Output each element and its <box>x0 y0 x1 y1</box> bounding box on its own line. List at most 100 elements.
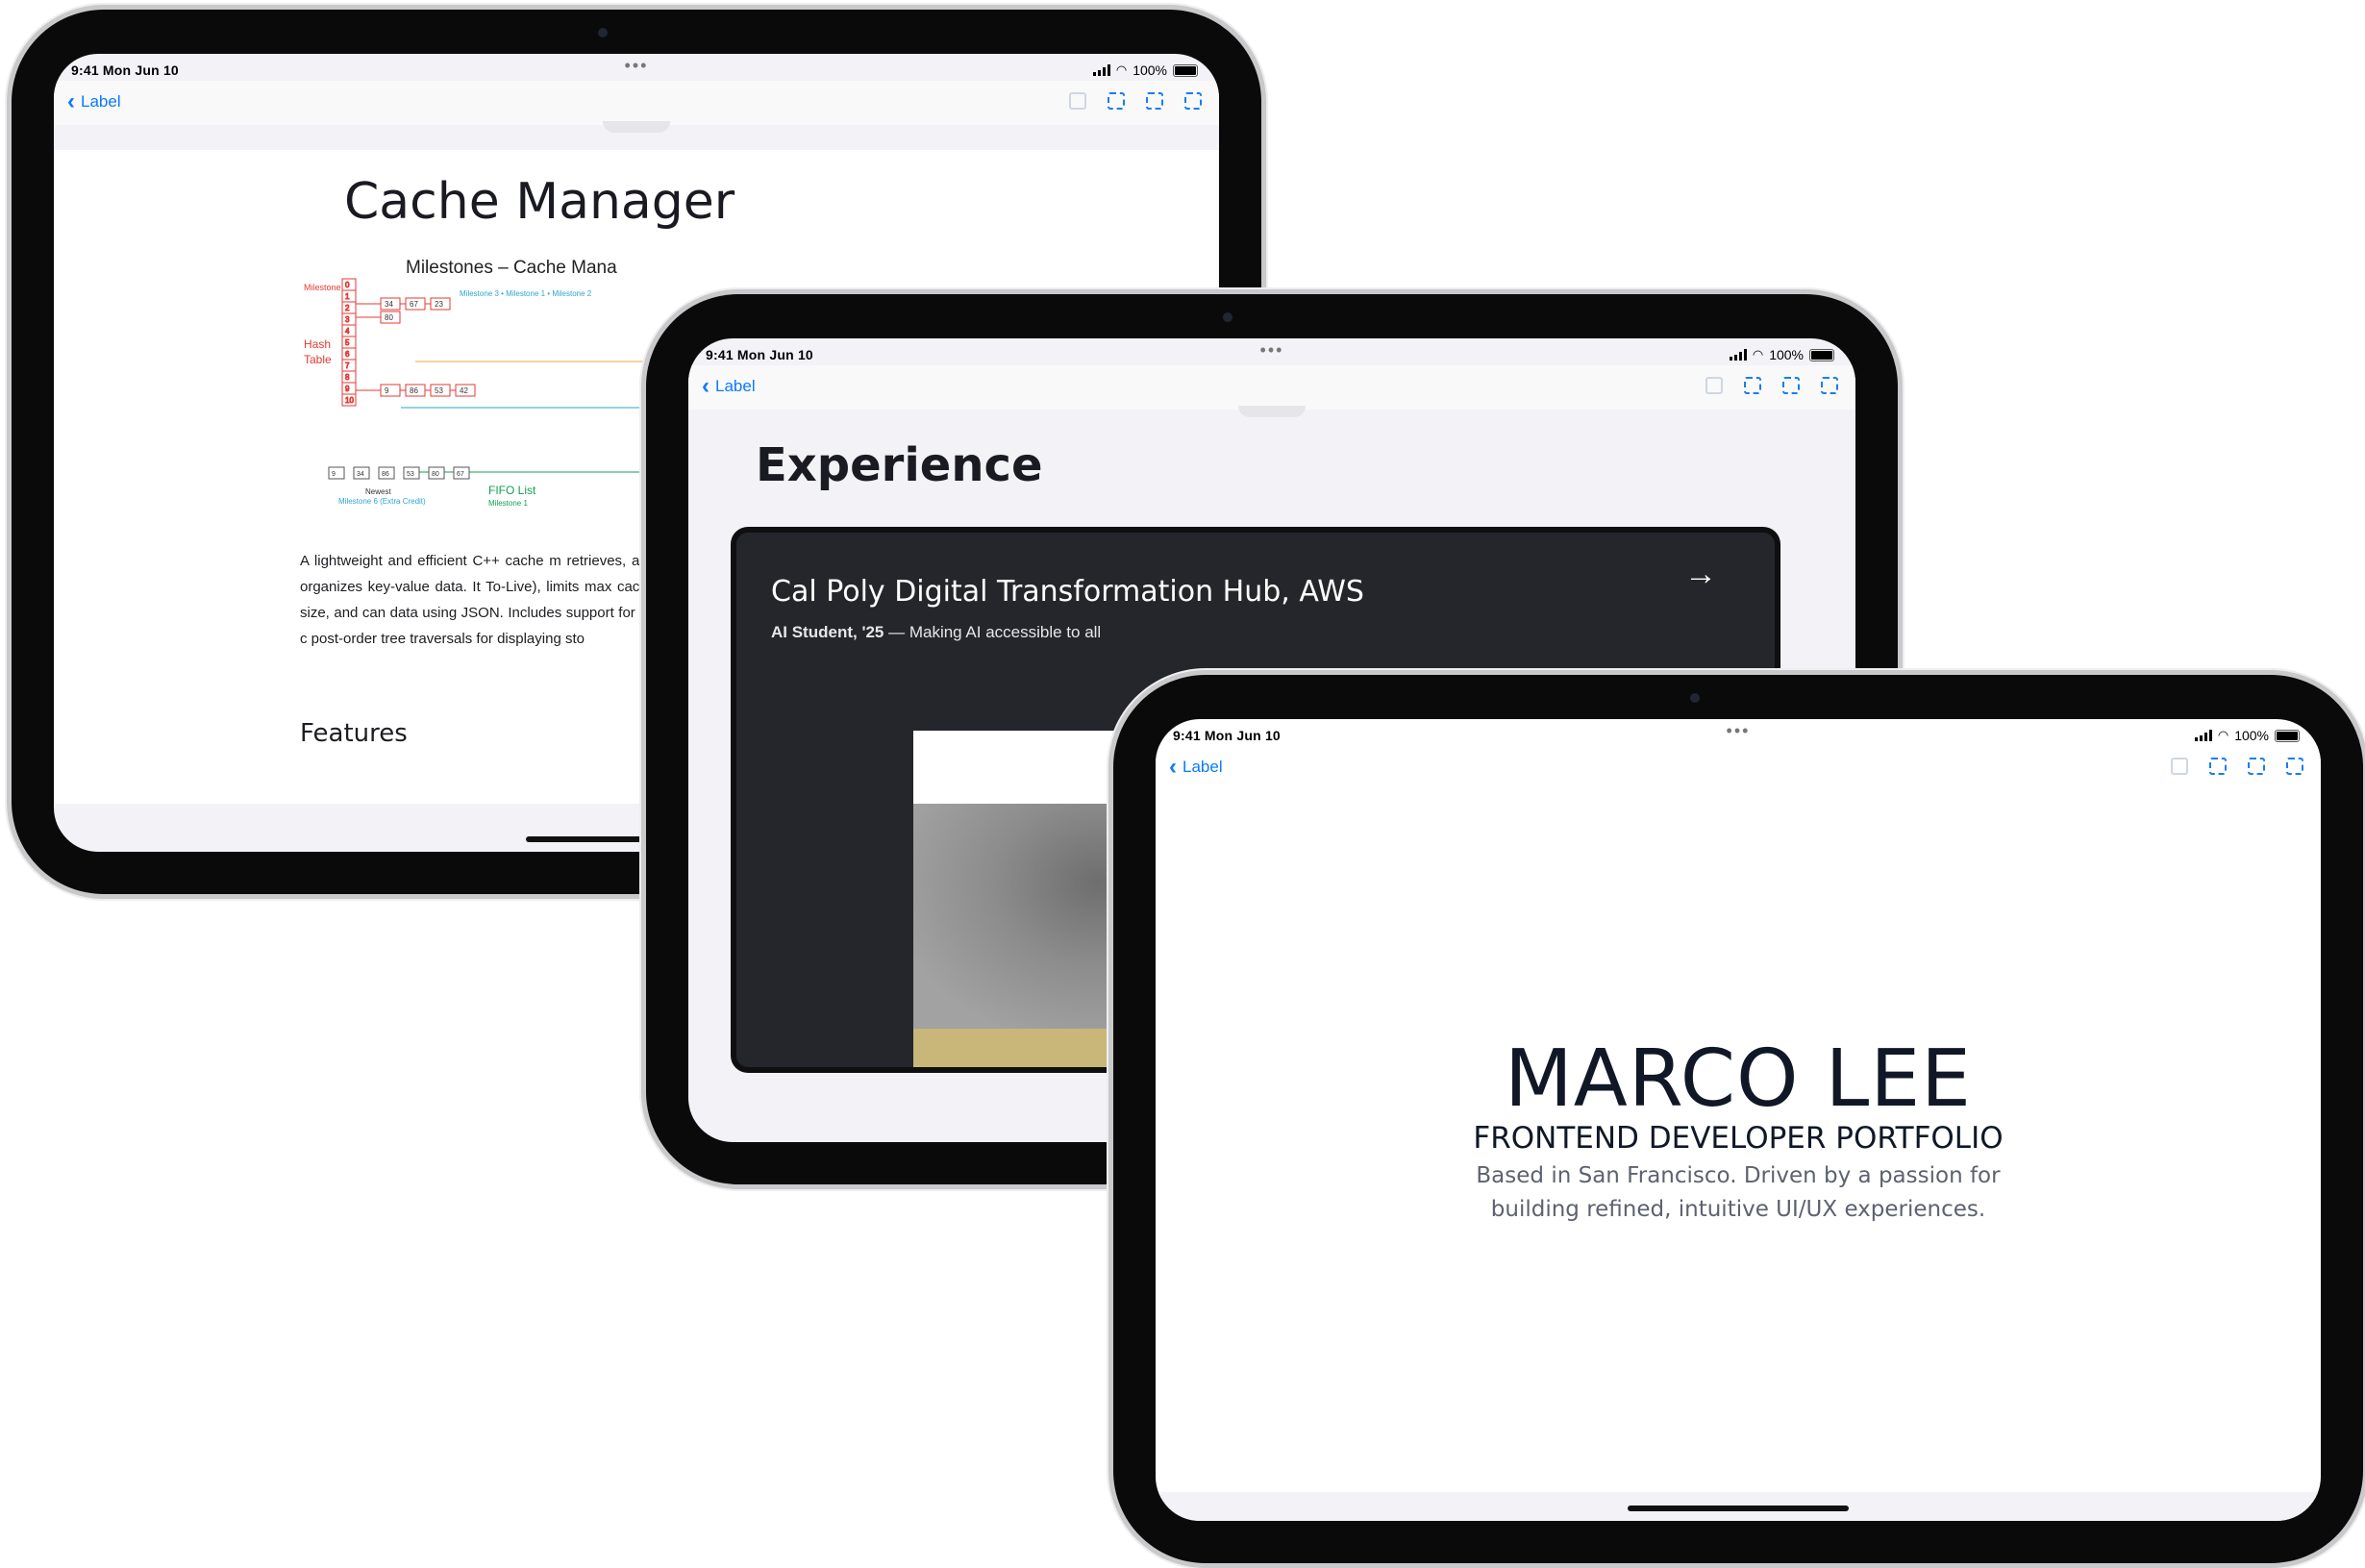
hash-index: 0 <box>345 281 350 289</box>
toolbar-placeholder-icon[interactable] <box>1069 92 1086 110</box>
hero-description: Based in San Francisco. Driven by a pass… <box>1476 1163 2001 1222</box>
back-button[interactable]: ‹ Label <box>702 373 756 399</box>
wifi-icon: ◠ <box>1115 62 1128 77</box>
node-value: 23 <box>435 300 443 309</box>
status-bar: 9:41 Mon Jun 10 ••• ◠ 100% <box>1156 719 2321 746</box>
node-value: 80 <box>385 313 393 322</box>
wifi-icon: ◠ <box>2217 728 2229 742</box>
hero-section: MARCO LEE FRONTEND DEVELOPER PORTFOLIO B… <box>1156 1038 2321 1227</box>
node-value: 34 <box>385 300 393 309</box>
hash-index: 6 <box>345 350 350 359</box>
toolbar-icons <box>2171 758 2303 775</box>
hash-index: 7 <box>345 361 350 370</box>
milestone1-label: Milestone 1 <box>488 499 528 508</box>
multitasking-dots-icon[interactable]: ••• <box>1260 340 1284 361</box>
node-value: 86 <box>410 386 418 395</box>
front-camera <box>1223 312 1232 322</box>
back-label: Label <box>1182 758 1223 776</box>
toolbar-placeholder-icon[interactable] <box>1705 377 1723 394</box>
sheet-grabber[interactable] <box>1238 406 1306 417</box>
chevron-left-icon: ‹ <box>1169 754 1177 780</box>
experience-subtitle: AI Student, '25 — Making AI accessible t… <box>771 623 1101 642</box>
back-button[interactable]: ‹ Label <box>1169 754 1223 780</box>
project-description: A lightweight and efficient C++ cache m … <box>300 553 656 647</box>
table-label: Table <box>304 353 332 366</box>
page-title: Cache Manager <box>344 173 735 231</box>
sheet-grabber[interactable] <box>603 121 670 133</box>
fifo-list-row: 9 34 86 53 80 67 <box>328 466 470 480</box>
fifo-value: 86 <box>382 471 389 478</box>
signal-icon <box>1092 64 1110 76</box>
battery-icon <box>1809 348 1834 361</box>
toolbar-placeholder-icon[interactable] <box>2171 758 2188 775</box>
toolbar-placeholder-icon[interactable] <box>1184 92 1202 110</box>
page-title: Experience <box>756 438 1043 492</box>
back-label: Label <box>81 92 121 111</box>
home-indicator[interactable] <box>1628 1506 1849 1511</box>
legend-line: Milestone 3 • Milestone 1 • Milestone 2 <box>460 289 592 298</box>
fifo-value: 80 <box>432 471 439 478</box>
front-camera <box>598 28 608 37</box>
status-time: 9:41 Mon Jun 10 <box>71 62 179 78</box>
fifo-value: 34 <box>357 471 364 478</box>
toolbar-placeholder-icon[interactable] <box>2248 758 2265 775</box>
status-right: ◠ 100% <box>1092 62 1198 78</box>
multitasking-dots-icon[interactable]: ••• <box>1727 721 1751 741</box>
fifo-value: 67 <box>457 471 464 478</box>
signal-icon <box>1729 349 1747 361</box>
ipad-device-portfolio-home: 9:41 Mon Jun 10 ••• ◠ 100% ‹ Label MARCO… <box>1113 675 2363 1563</box>
arrow-right-icon[interactable]: → <box>1684 556 1717 593</box>
nav-bar: ‹ Label <box>54 81 1219 125</box>
multitasking-dots-icon[interactable]: ••• <box>625 56 649 76</box>
milestone6-label: Milestone 6 (Extra Credit) <box>338 497 426 506</box>
fifo-value: 53 <box>407 471 414 478</box>
battery-percent: 100% <box>1769 347 1804 362</box>
status-right: ◠ 100% <box>2194 728 2300 743</box>
milestone2-label: Milestone 2 <box>304 283 348 292</box>
features-heading: Features <box>300 719 408 748</box>
battery-percent: 100% <box>2234 728 2269 743</box>
toolbar-placeholder-icon[interactable] <box>1821 377 1838 394</box>
battery-icon <box>2275 729 2300 742</box>
hash-index: 3 <box>345 315 350 324</box>
hero-name: MARCO LEE <box>1505 1033 1972 1125</box>
toolbar-placeholder-icon[interactable] <box>1108 92 1125 110</box>
hash-index: 10 <box>345 396 354 405</box>
experience-role: AI Student, '25 <box>771 623 884 641</box>
toolbar-placeholder-icon[interactable] <box>1146 92 1163 110</box>
wifi-icon: ◠ <box>1752 347 1764 361</box>
chain-row-b: 80 <box>356 311 401 324</box>
status-right: ◠ 100% <box>1729 347 1834 362</box>
battery-icon <box>1173 63 1198 77</box>
back-button[interactable]: ‹ Label <box>67 88 121 114</box>
hash-label: Hash <box>304 337 331 351</box>
signal-icon <box>2194 730 2212 741</box>
node-value: 53 <box>435 386 443 395</box>
status-time: 9:41 Mon Jun 10 <box>706 347 813 362</box>
hero-role: FRONTEND DEVELOPER PORTFOLIO <box>1473 1121 2004 1156</box>
nav-bar: ‹ Label <box>1156 746 2321 790</box>
toolbar-icons <box>1069 92 1202 110</box>
battery-percent: 100% <box>1133 62 1167 78</box>
hash-index: 2 <box>345 304 350 312</box>
toolbar-placeholder-icon[interactable] <box>1782 377 1800 394</box>
newest-label: Newest <box>365 487 391 496</box>
toolbar-placeholder-icon[interactable] <box>1744 377 1761 394</box>
hash-index: 1 <box>345 292 350 301</box>
front-camera <box>1690 693 1700 703</box>
toolbar-icons <box>1705 377 1838 394</box>
hash-index: 9 <box>345 385 350 393</box>
toolbar-placeholder-icon[interactable] <box>2286 758 2303 775</box>
status-bar: 9:41 Mon Jun 10 ••• ◠ 100% <box>54 54 1219 81</box>
hash-table: 0 1 2 3 4 5 6 7 8 9 10 <box>341 278 357 407</box>
ipad-screen: 9:41 Mon Jun 10 ••• ◠ 100% ‹ Label MARCO… <box>1156 719 2321 1521</box>
fifo-value: 9 <box>332 471 336 478</box>
chevron-left-icon: ‹ <box>702 373 710 399</box>
chevron-left-icon: ‹ <box>67 88 75 114</box>
status-bar: 9:41 Mon Jun 10 ••• ◠ 100% <box>688 338 1855 365</box>
experience-title: Cal Poly Digital Transformation Hub, AWS <box>771 575 1364 609</box>
hash-index: 8 <box>345 373 350 382</box>
status-time: 9:41 Mon Jun 10 <box>1173 728 1281 743</box>
toolbar-placeholder-icon[interactable] <box>2209 758 2227 775</box>
node-value: 42 <box>460 386 468 395</box>
